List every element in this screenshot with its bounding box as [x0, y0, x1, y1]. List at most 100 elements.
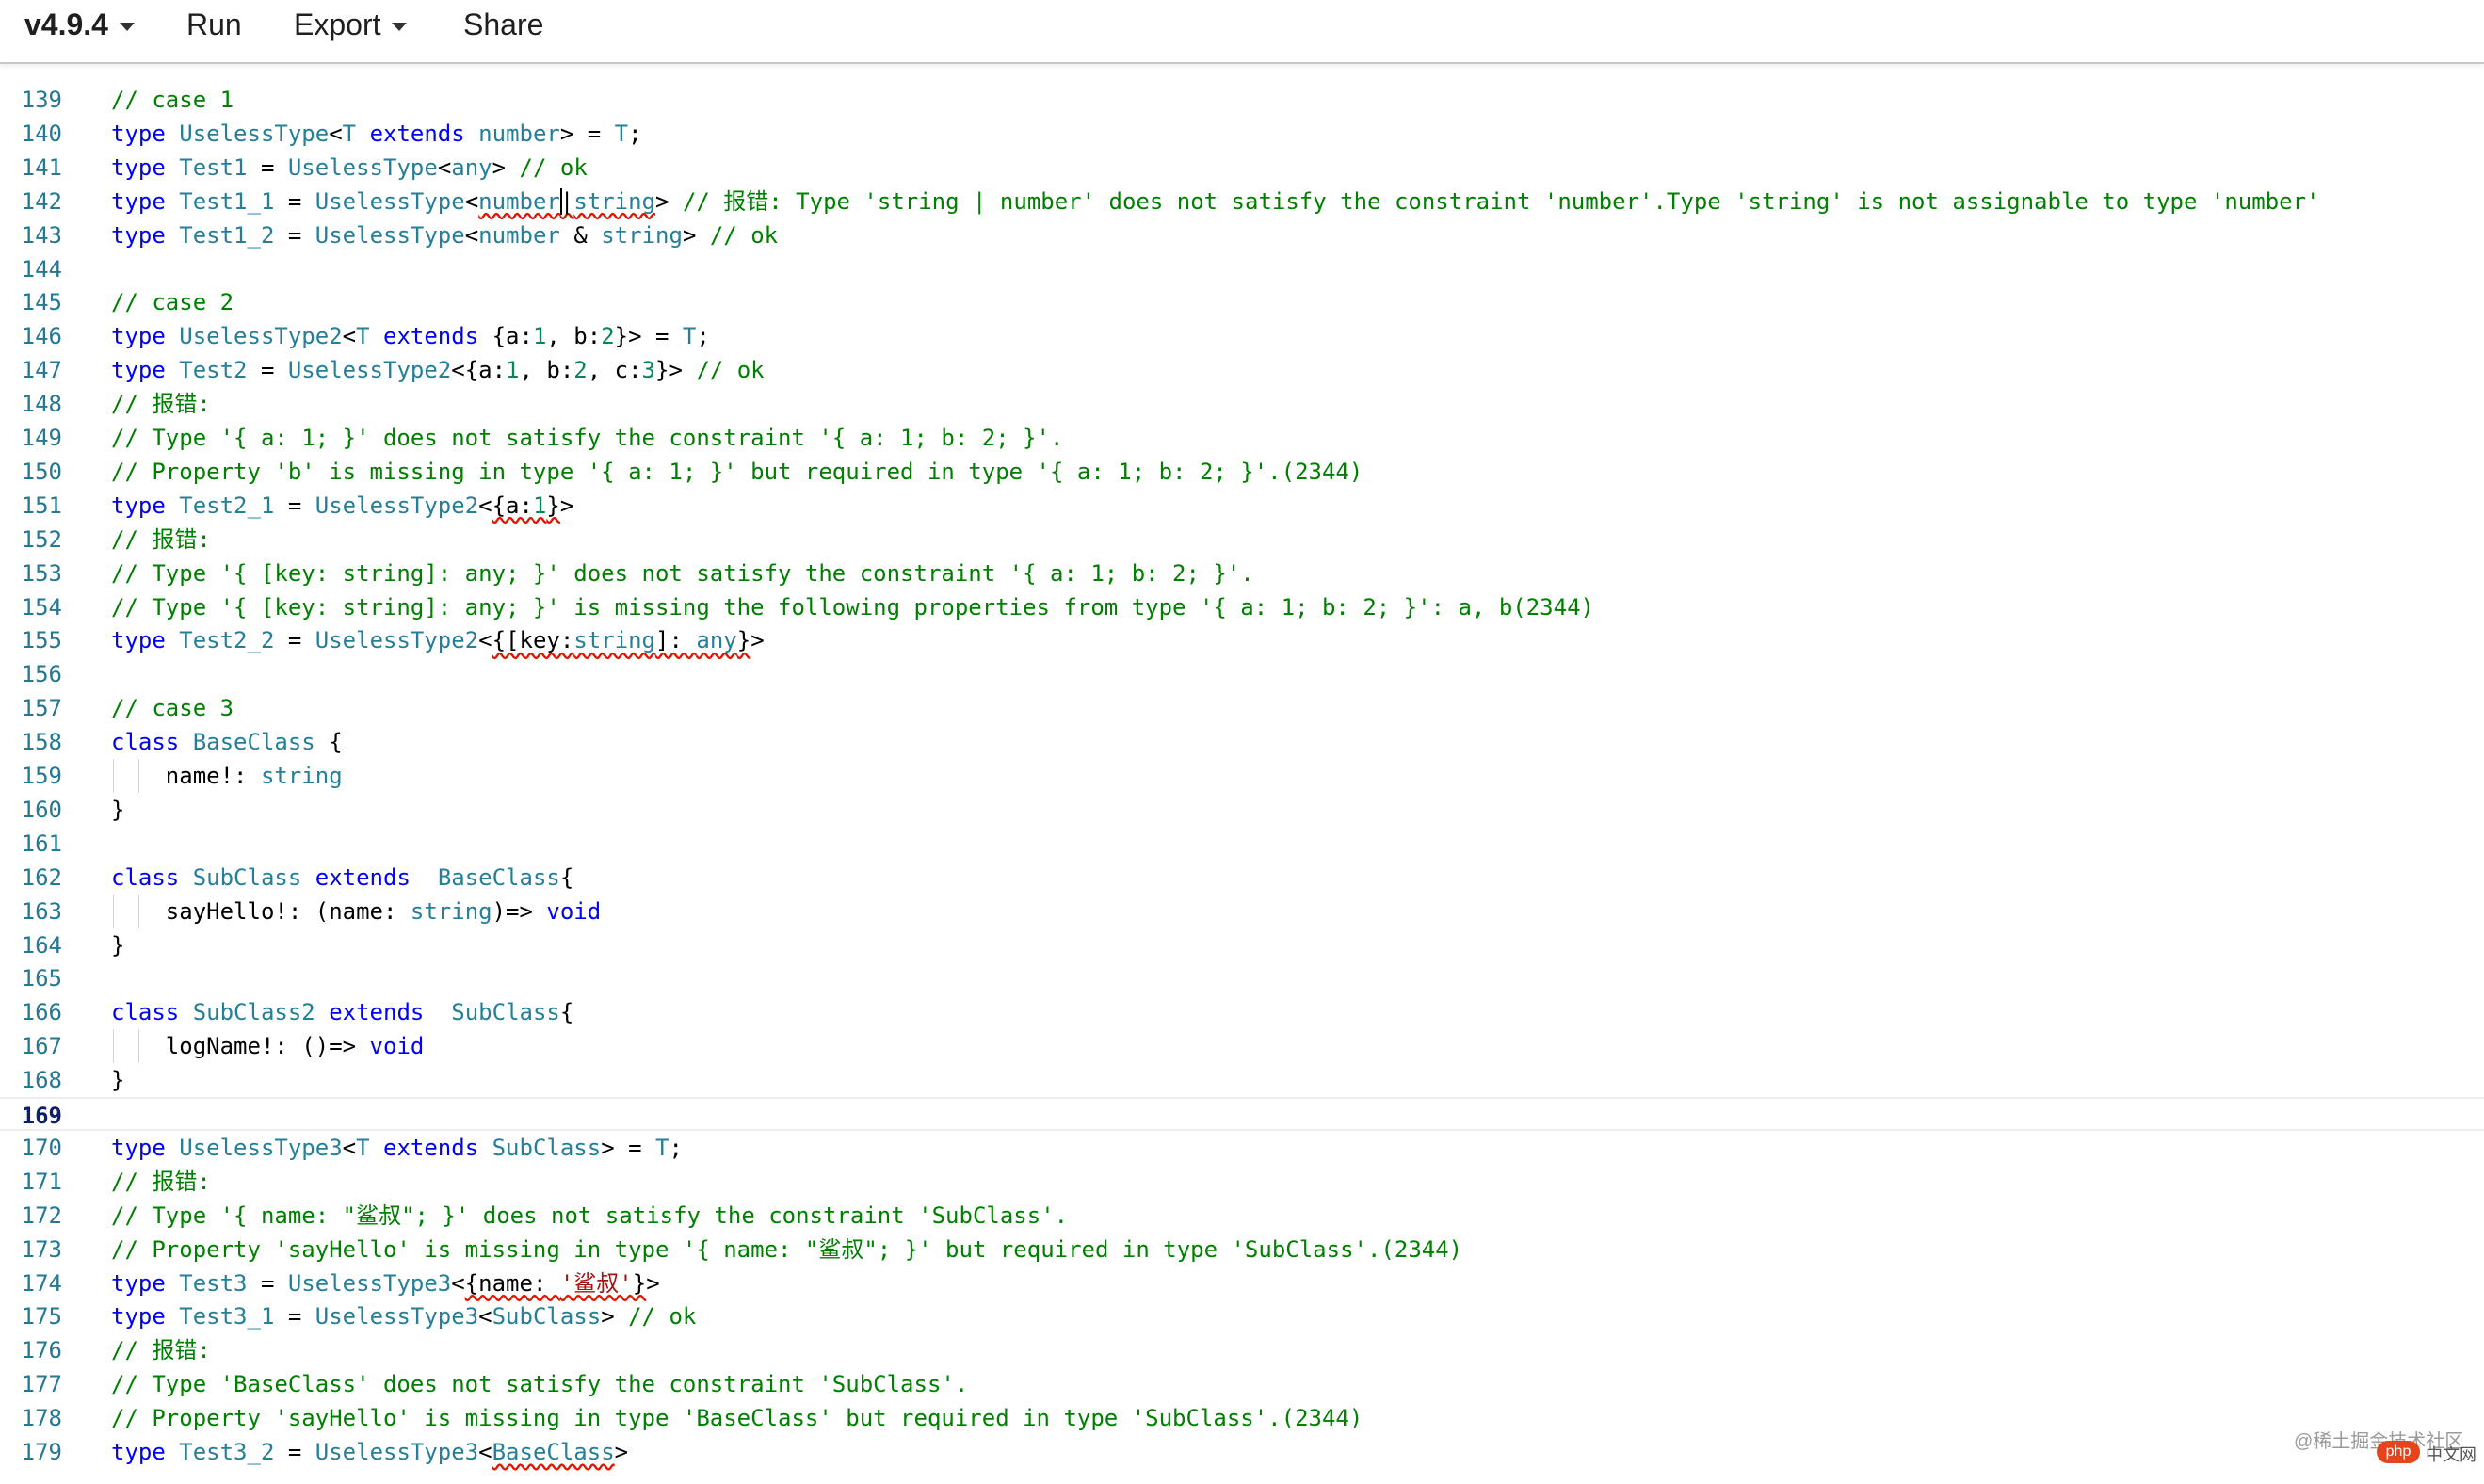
line-number: 177 — [21, 1371, 62, 1398]
code-line[interactable]: 166 class SubClass2 extends SubClass{ — [0, 995, 2484, 1029]
code-line[interactable]: 146 type UselessType2<T extends {a:1, b:2… — [0, 319, 2484, 353]
code-line[interactable]: 176 // 报错: — [0, 1333, 2484, 1367]
code-token: // 报错: — [111, 391, 211, 418]
line-number: 144 — [21, 255, 62, 282]
code-token: T — [356, 1134, 370, 1161]
code-line[interactable]: 154 // Type '{ [key: string]: any; }' is … — [0, 590, 2484, 624]
code-line[interactable]: 151 type Test2_1 = UselessType2<{a:1}> — [0, 489, 2484, 523]
code-token: } — [111, 1067, 125, 1094]
code-line[interactable]: 157 // case 3 — [0, 691, 2484, 725]
export-dropdown[interactable]: Export — [294, 0, 408, 49]
code-line[interactable]: 168} — [0, 1063, 2484, 1097]
line-number: 150 — [21, 458, 62, 485]
error-token: ]: — [655, 627, 697, 654]
code-line[interactable]: 155 type Test2_2 = UselessType2<{[key:str… — [0, 623, 2484, 657]
code-line[interactable]: 179 type Test3_2 = UselessType3<BaseClass… — [0, 1435, 2484, 1469]
code-token: > — [655, 187, 683, 215]
code-text: type UselessType<T extends number> = T; — [111, 117, 642, 151]
code-token: , c: — [587, 357, 642, 384]
error-token: number — [478, 187, 560, 215]
code-line[interactable]: 175 type Test3_1 = UselessType3<SubClass>… — [0, 1299, 2484, 1333]
code-line[interactable]: 172 // Type '{ name: "鲨叔"; }' does not sa… — [0, 1199, 2484, 1233]
code-token: number — [478, 120, 560, 147]
code-line[interactable]: 169 — [0, 1097, 2484, 1131]
code-token: // case 1 — [111, 87, 234, 113]
version-dropdown[interactable]: v4.9.4 — [24, 0, 135, 49]
code-line[interactable]: 178 // Property 'sayHello' is missing in … — [0, 1401, 2484, 1435]
code-token: type — [111, 221, 166, 249]
code-token: Test3_2 — [179, 1439, 275, 1465]
code-line[interactable]: 140 type UselessType<T extends number> = … — [0, 117, 2484, 151]
code-token: > — [492, 153, 520, 181]
code-line[interactable]: 148 // 报错: — [0, 387, 2484, 421]
code-line[interactable]: 147 type Test2 = UselessType2<{a:1, b:2, … — [0, 353, 2484, 387]
code-token: }> = — [614, 323, 683, 350]
code-line[interactable]: 141 type Test1 = UselessType<any> // ok — [0, 151, 2484, 185]
code-line[interactable]: 164} — [0, 928, 2484, 962]
code-line[interactable]: 149 // Type '{ a: 1; }' does not satisfy … — [0, 421, 2484, 455]
code-line[interactable]: 173 // Property 'sayHello' is missing in … — [0, 1233, 2484, 1266]
error-token: string — [573, 627, 656, 654]
code-line[interactable]: 153 // Type '{ [key: string]: any; }' doe… — [0, 556, 2484, 590]
run-button[interactable]: Run — [186, 0, 242, 49]
code-token: < — [478, 627, 492, 654]
code-line[interactable]: 163 sayHello!: (name: string)=> void — [0, 894, 2484, 928]
code-token: { — [559, 863, 574, 891]
code-line[interactable]: 152 // 报错: — [0, 523, 2484, 556]
code-text: // case 2 — [111, 285, 234, 319]
code-token: extends — [369, 120, 465, 147]
code-token: Test1_1 — [179, 187, 275, 215]
code-line[interactable]: 143 type Test1_2 = UselessType<number & s… — [0, 218, 2484, 252]
error-token: {[key: — [492, 627, 574, 654]
line-number: 155 — [21, 627, 62, 654]
code-line[interactable]: 171 // 报错: — [0, 1165, 2484, 1199]
code-line[interactable]: 158 class BaseClass { — [0, 725, 2484, 759]
code-editor[interactable]: 139// case 1 140 type UselessType<T extend… — [0, 83, 2484, 1484]
code-token: { — [315, 729, 343, 756]
code-line[interactable]: 150 // Property 'b' is missing in type '{… — [0, 455, 2484, 489]
code-line[interactable]: 165 — [0, 961, 2484, 995]
code-token: // Type '{ name: "鲨叔"; }' does not satis… — [111, 1202, 1069, 1229]
code-token: number — [478, 221, 560, 249]
code-line[interactable]: 156 — [0, 657, 2484, 691]
line-number: 148 — [21, 391, 62, 418]
code-token: & — [559, 221, 602, 249]
code-token: string — [260, 763, 343, 789]
code-line[interactable]: 174 type Test3 = UselessType3<{name: '鲨叔'… — [0, 1266, 2484, 1300]
code-line[interactable]: 145 // case 2 — [0, 285, 2484, 319]
code-line[interactable]: 144 — [0, 252, 2484, 286]
code-text: type Test1 = UselessType<any> // ok — [111, 151, 588, 185]
code-text: } — [111, 928, 124, 962]
line-number: 172 — [21, 1202, 62, 1229]
code-token: type — [111, 1303, 166, 1331]
code-line[interactable]: 162 class SubClass extends BaseClass{ — [0, 861, 2484, 895]
code-text: // Property 'sayHello' is missing in typ… — [111, 1233, 1462, 1266]
code-line[interactable]: 139 // case 1 — [0, 83, 2484, 117]
code-line[interactable]: 142 type Test1_1 = UselessType<number|str… — [0, 185, 2484, 218]
code-line[interactable]: 161 — [0, 827, 2484, 861]
code-token: UselessType3 — [315, 1303, 479, 1331]
code-line[interactable]: 159 name!: string — [0, 759, 2484, 793]
code-token: type — [111, 1269, 166, 1297]
code-token: // 报错: Type 'string | number' does not s… — [682, 187, 2320, 215]
line-number: 166 — [21, 999, 62, 1026]
code-line[interactable]: 177 // Type 'BaseClass' does not satisfy … — [0, 1367, 2484, 1401]
code-text: type UselessType2<T extends {a:1, b:2}> … — [111, 319, 710, 353]
code-token: ; — [628, 120, 642, 147]
code-line[interactable]: 167 logName!: ()=> void — [0, 1029, 2484, 1064]
code-token: 2 — [573, 357, 588, 384]
code-line[interactable]: 170 type UselessType3<T extends SubClass>… — [0, 1131, 2484, 1165]
error-token: {name: — [464, 1269, 560, 1297]
code-token: > — [682, 221, 710, 249]
code-token: sayHello!: (name: — [111, 897, 411, 925]
code-line[interactable]: 160} — [0, 793, 2484, 827]
code-token: > — [614, 1439, 629, 1465]
code-token: ; — [669, 1134, 683, 1161]
share-button[interactable]: Share — [463, 0, 543, 49]
code-token: {a: — [478, 323, 533, 350]
